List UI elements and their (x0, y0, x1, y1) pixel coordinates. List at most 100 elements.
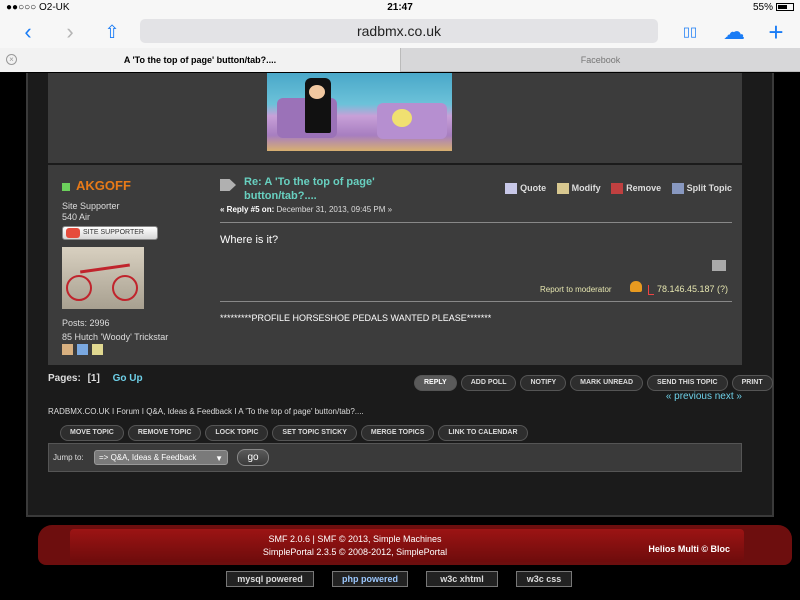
moderation-button-row: MOVE TOPIC REMOVE TOPIC LOCK TOPIC SET TOPI… (56, 421, 528, 441)
tab-label: Facebook (580, 55, 621, 65)
quote-button[interactable]: Quote (505, 183, 547, 195)
jump-to-select[interactable]: => Q&A, Ideas & Feedback ▼ (94, 450, 228, 465)
plus-icon: + (768, 17, 784, 47)
breadcrumb[interactable]: RADBMX.CO.UK I Forum I Q&A, Ideas & Feed… (48, 407, 364, 416)
action-label: Modify (571, 183, 601, 193)
forward-button[interactable]: › (56, 18, 84, 46)
jump-selected: => Q&A, Ideas & Feedback (99, 453, 197, 462)
poster-name: AKGOFF (76, 178, 131, 193)
send-topic-button[interactable]: SEND THIS TOPIC (647, 375, 728, 391)
lock-topic-button[interactable]: LOCK TOPIC (205, 425, 269, 441)
divider (220, 301, 732, 302)
post-image (267, 73, 452, 151)
email-icon[interactable] (77, 344, 88, 355)
modify-button[interactable]: Modify (556, 183, 601, 195)
go-button[interactable]: go (237, 449, 269, 466)
topic-button-row: REPLY ADD POLL NOTIFY MARK UNREAD SEND THIS … (410, 371, 773, 391)
pages-label: Pages: (48, 373, 81, 384)
ip-icon (648, 284, 654, 295)
bookmarks-button[interactable]: ▯▯ (676, 18, 704, 46)
share-button[interactable]: ⇧ (98, 18, 126, 46)
remove-button[interactable]: Remove (611, 183, 662, 195)
share-icon: ⇧ (104, 22, 120, 42)
chevron-down-icon: ▼ (215, 454, 223, 463)
close-tab-icon[interactable]: × (6, 54, 17, 65)
poster-location: 85 Hutch 'Woody' Trickstar (62, 332, 169, 342)
previous-next-links[interactable]: « previous next » (666, 391, 742, 402)
action-label: Remove (626, 183, 662, 193)
browser-toolbar: ‹ › ⇧ radbmx.co.uk ▯▯ ☁ + (0, 16, 800, 48)
go-up-link[interactable]: Go Up (113, 373, 143, 384)
forward-icon: › (66, 19, 74, 44)
reply-button[interactable]: REPLY (414, 375, 457, 391)
mark-unread-button[interactable]: MARK UNREAD (570, 375, 644, 391)
image-baby (392, 109, 412, 127)
post-body: Where is it? (220, 234, 279, 246)
tab-facebook[interactable]: Facebook (400, 48, 800, 72)
poster-contact-icons (62, 342, 107, 360)
avatar-wheel (112, 275, 138, 301)
avatar (62, 247, 144, 309)
footer-simpleportal[interactable]: SimplePortal 2.3.5 © 2008-2012, SimplePo… (70, 547, 640, 557)
quick-quote-icon[interactable] (712, 260, 726, 271)
mysql-badge[interactable]: mysql powered (226, 571, 314, 587)
modify-icon (556, 183, 569, 195)
poster-post-count: Posts: 2996 (62, 318, 110, 328)
tab-active[interactable]: × A 'To the top of page' button/tab?.... (0, 48, 400, 72)
web-page: AKGOFF Site Supporter 540 Air SITE SUPPO… (0, 73, 800, 600)
notify-button[interactable]: NOTIFY (520, 375, 567, 391)
report-to-moderator-link[interactable]: Report to moderator (540, 285, 612, 294)
avatar-bike-frame (80, 263, 130, 274)
sticky-topic-button[interactable]: SET TOPIC STICKY (272, 425, 357, 441)
add-poll-button[interactable]: ADD POLL (460, 375, 517, 391)
ip-address[interactable]: 78.146.45.187 (?) (648, 284, 728, 295)
clock: 21:47 (387, 2, 413, 13)
url-bar[interactable]: radbmx.co.uk (140, 19, 658, 43)
link-calendar-button[interactable]: LINK TO CALENDAR (438, 425, 528, 441)
ip-text: 78.146.45.187 (?) (657, 284, 729, 294)
print-button[interactable]: PRINT (731, 375, 773, 391)
xhtml-badge[interactable]: w3c xhtml (426, 571, 498, 587)
divider (220, 222, 732, 223)
merge-topics-button[interactable]: MERGE TOPICS (360, 425, 435, 441)
book-icon: ▯▯ (682, 24, 698, 39)
new-tab-button[interactable]: + (762, 18, 790, 46)
post-meta: « Reply #5 on: December 31, 2013, 09:45 … (220, 205, 392, 214)
action-label: Split Topic (686, 183, 732, 193)
cloud-icon: ☁ (723, 19, 745, 44)
site-supporter-badge: SITE SUPPORTER (62, 226, 158, 240)
post-type-icon (220, 179, 236, 191)
php-badge[interactable]: php powered (332, 571, 408, 587)
image-face (309, 85, 325, 99)
battery-icon (776, 3, 794, 12)
image-couch-right (377, 103, 447, 139)
back-icon: ‹ (24, 19, 32, 44)
css-badge[interactable]: w3c css (516, 571, 572, 587)
post-title-link[interactable]: Re: A 'To the top of page' button/tab?..… (244, 175, 424, 203)
avatar-wheel (66, 275, 92, 301)
split-icon (671, 183, 684, 195)
jump-label: Jump to: (53, 453, 84, 462)
badge-label: SITE SUPPORTER (83, 229, 144, 236)
profile-icon[interactable] (62, 344, 73, 355)
icloud-tabs-button[interactable]: ☁ (720, 18, 748, 46)
post-date: December 31, 2013, 09:45 PM » (274, 205, 393, 214)
supporter-icon (66, 228, 80, 238)
pm-icon[interactable] (92, 344, 103, 355)
theme-credit[interactable]: Helios Multi © Bloc (648, 544, 730, 554)
battery-percent: 55% (752, 2, 773, 13)
signature: *********PROFILE HORSESHOE PEDALS WANTED… (220, 313, 492, 323)
back-button[interactable]: ‹ (14, 18, 42, 46)
action-label: Quote (520, 183, 547, 193)
battery-indicator: 55% (753, 2, 794, 13)
poster-title: Site Supporter (62, 201, 120, 211)
remove-topic-button[interactable]: REMOVE TOPIC (127, 425, 202, 441)
move-topic-button[interactable]: MOVE TOPIC (60, 425, 124, 441)
pagination: Pages: [1] Go Up (48, 373, 143, 384)
split-topic-button[interactable]: Split Topic (671, 183, 732, 195)
forum-post: AKGOFF Site Supporter 540 Air SITE SUPPO… (48, 165, 742, 365)
poster-name-link[interactable]: AKGOFF (62, 178, 131, 193)
previous-post-tail (48, 73, 742, 163)
footer-smf[interactable]: SMF 2.0.6 | SMF © 2013, Simple Machines (70, 534, 640, 544)
url-text: radbmx.co.uk (356, 23, 442, 39)
